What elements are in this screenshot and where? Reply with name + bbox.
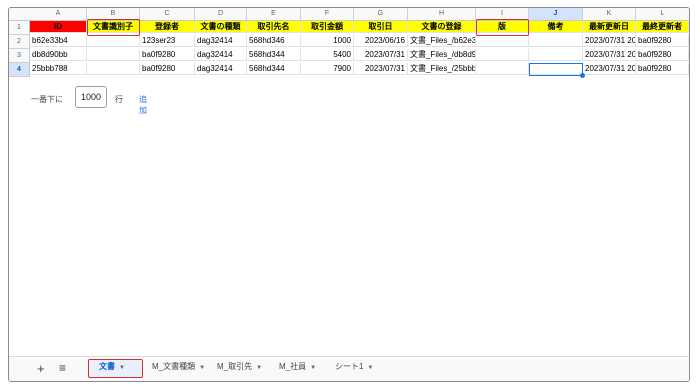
column-header-f[interactable]: F xyxy=(301,8,354,20)
add-rows-count-input[interactable]: 1000 xyxy=(75,86,107,108)
selected-cell-j4[interactable] xyxy=(529,63,585,78)
tab-partners[interactable]: M_取引先 ▼ xyxy=(217,361,262,372)
column-header-l[interactable]: L xyxy=(636,8,689,20)
cell-g2[interactable]: 2023/06/16 xyxy=(354,35,408,47)
highlight-doc-identifier xyxy=(87,19,140,36)
cell-k4[interactable]: 2023/07/31 20 xyxy=(583,63,636,75)
header-cell-amount[interactable]: 取引金額 xyxy=(301,21,354,33)
cell-g4[interactable]: 2023/07/31 xyxy=(354,63,408,75)
cell-k3[interactable]: 2023/07/31 20 xyxy=(583,49,636,61)
header-cell-last-updated[interactable]: 最新更新日 xyxy=(583,21,636,33)
chevron-down-icon[interactable]: ▼ xyxy=(310,365,316,371)
chevron-down-icon[interactable]: ▼ xyxy=(256,365,262,371)
cell-f3[interactable]: 5400 xyxy=(301,49,354,61)
cell-h4[interactable]: 文書_Files_/25bbb xyxy=(408,63,476,75)
tab-doc-types-label: M_文書種類 xyxy=(152,362,196,371)
cell-d4[interactable]: dag32414 xyxy=(195,63,247,75)
cell-a4[interactable]: 25bbb788 xyxy=(30,63,87,75)
sheet-tab-bar: + ≡ 文書 ▼ M_文書種類 ▼ M_取引先 ▼ M_社員 ▼ シート1 ▼ xyxy=(9,356,689,381)
header-cell-doc-registration[interactable]: 文書の登録 xyxy=(408,21,476,33)
cell-l3[interactable]: ba0f9280 xyxy=(636,49,689,61)
cell-d3[interactable]: dag32414 xyxy=(195,49,247,61)
cell-c2[interactable]: 123ser23 xyxy=(140,35,195,47)
cell-h2[interactable]: 文書_Files_/b62e3 xyxy=(408,35,476,47)
tab-doc-types[interactable]: M_文書種類 ▼ xyxy=(152,361,205,372)
header-cell-last-updater[interactable]: 最終更新者 xyxy=(636,21,689,33)
cell-b3[interactable] xyxy=(87,49,140,61)
tab-documents[interactable]: 文書 ▼ xyxy=(99,361,125,372)
cell-k2[interactable]: 2023/07/31 20 xyxy=(583,35,636,47)
column-header-a[interactable]: A xyxy=(30,8,87,20)
cell-j2[interactable] xyxy=(529,35,583,47)
cell-i2[interactable] xyxy=(476,35,529,47)
cell-d2[interactable]: dag32414 xyxy=(195,35,247,47)
cell-f2[interactable]: 1000 xyxy=(301,35,354,47)
add-rows-label: 一番下に xyxy=(31,95,63,104)
cell-e2[interactable]: 568hd346 xyxy=(247,35,301,47)
tab-documents-label: 文書 xyxy=(99,362,115,371)
column-header-d[interactable]: D xyxy=(195,8,247,20)
header-cell-registrant[interactable]: 登録者 xyxy=(140,21,195,33)
cell-a3[interactable]: db8d90bb xyxy=(30,49,87,61)
cell-e4[interactable]: 568hd344 xyxy=(247,63,301,75)
chevron-down-icon[interactable]: ▼ xyxy=(367,365,373,371)
cell-c4[interactable]: ba0f9280 xyxy=(140,63,195,75)
column-header-e[interactable]: E xyxy=(247,8,301,20)
cell-h3[interactable]: 文書_Files_/db8d9 xyxy=(408,49,476,61)
column-header-k[interactable]: K xyxy=(583,8,636,20)
add-rows-unit: 行 xyxy=(115,95,123,104)
tab-employees[interactable]: M_社員 ▼ xyxy=(279,361,316,372)
cell-e3[interactable]: 568hd344 xyxy=(247,49,301,61)
cell-a2[interactable]: b62e33b4 xyxy=(30,35,87,47)
plus-icon[interactable]: + xyxy=(37,361,45,376)
cell-f4[interactable]: 7900 xyxy=(301,63,354,75)
cell-j3[interactable] xyxy=(529,49,583,61)
tab-sheet1-label: シート1 xyxy=(335,362,364,371)
menu-icon[interactable]: ≡ xyxy=(59,361,66,375)
spreadsheet-window: A B C D E F G H I J K L 1 2 3 4 ID 文書識別子… xyxy=(8,7,690,382)
column-header-h[interactable]: H xyxy=(408,8,476,20)
header-cell-partner-name[interactable]: 取引先名 xyxy=(247,21,301,33)
cell-i3[interactable] xyxy=(476,49,529,61)
header-cell-trade-date[interactable]: 取引日 xyxy=(354,21,408,33)
add-rows-button[interactable]: 追加 xyxy=(139,94,147,116)
column-header-j[interactable]: J xyxy=(529,8,583,20)
tab-sheet1[interactable]: シート1 ▼ xyxy=(335,361,373,372)
chevron-down-icon[interactable]: ▼ xyxy=(119,365,125,371)
header-cell-doc-type[interactable]: 文書の種類 xyxy=(195,21,247,33)
row-header-2[interactable]: 2 xyxy=(9,35,30,49)
cell-g3[interactable]: 2023/07/31 xyxy=(354,49,408,61)
cell-l4[interactable]: ba0f9280 xyxy=(636,63,689,75)
header-cell-id[interactable]: ID xyxy=(30,21,87,33)
cell-b2[interactable] xyxy=(87,35,140,47)
chevron-down-icon[interactable]: ▼ xyxy=(199,365,205,371)
fill-handle[interactable] xyxy=(580,73,585,78)
tab-partners-label: M_取引先 xyxy=(217,362,253,371)
cell-l2[interactable]: ba0f9280 xyxy=(636,35,689,47)
header-cell-notes[interactable]: 備考 xyxy=(529,21,583,33)
column-header-c[interactable]: C xyxy=(140,8,195,20)
cell-i4[interactable] xyxy=(476,63,529,75)
cell-c3[interactable]: ba0f9280 xyxy=(140,49,195,61)
tab-employees-label: M_社員 xyxy=(279,362,307,371)
cell-b4[interactable] xyxy=(87,63,140,75)
row-header-3[interactable]: 3 xyxy=(9,49,30,63)
row-header-1[interactable]: 1 xyxy=(9,21,30,35)
row-header-4[interactable]: 4 xyxy=(9,63,30,77)
column-header-g[interactable]: G xyxy=(354,8,408,20)
highlight-version xyxy=(476,19,529,36)
